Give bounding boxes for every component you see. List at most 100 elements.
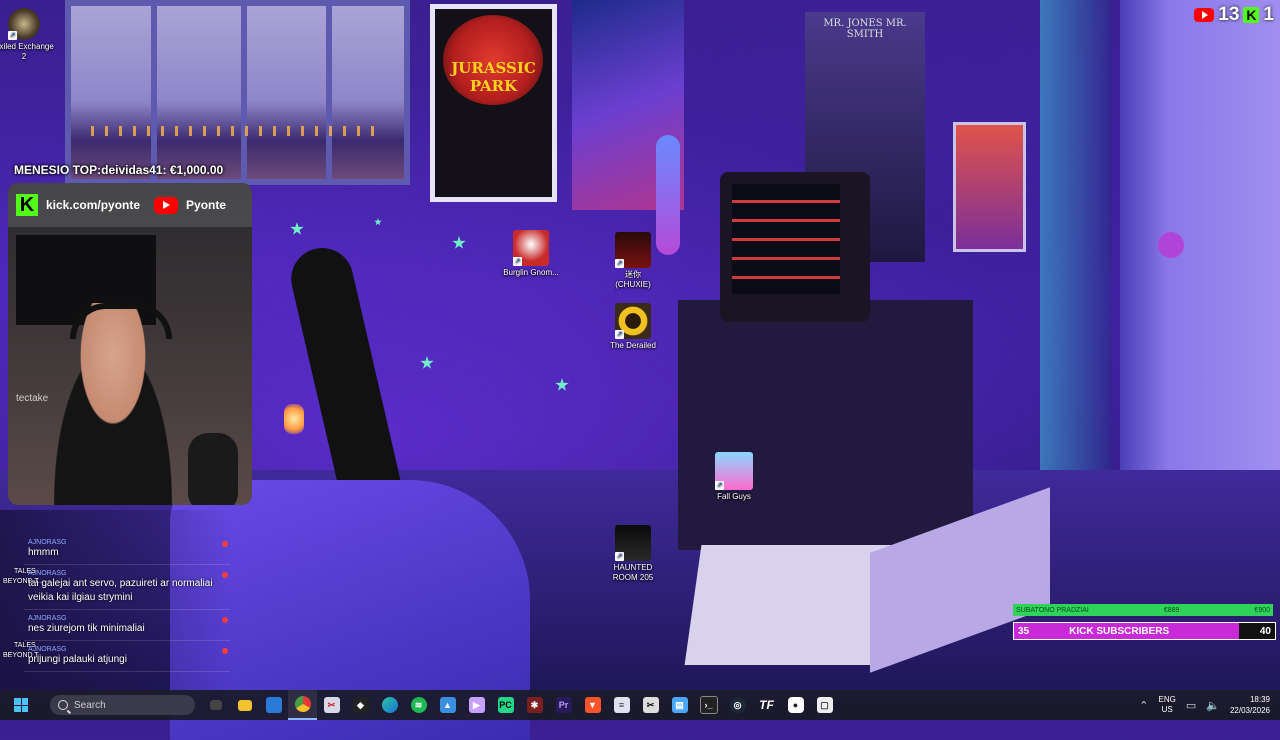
desktop-icon-label: Fall Guys xyxy=(717,492,751,501)
terminal-icon[interactable]: ›_ xyxy=(694,690,723,720)
file-explorer-icon[interactable] xyxy=(230,690,259,720)
snipping-tool-icon[interactable]: ✂ xyxy=(317,690,346,720)
chat-username: AJNORASG xyxy=(28,646,67,653)
chair-logo: tectake xyxy=(16,393,49,404)
taskbar: Search ✂ ◆ ≋ ▲ ▶ PC ✱ Pr ▼ ≡ ✂ ▤ ›_ ◎ TF… xyxy=(0,690,1280,720)
notes-icon[interactable]: ▤ xyxy=(665,690,694,720)
chat-message: AJNORASG prijungi palauki atjungi xyxy=(24,644,230,672)
poster-title: MR. JONES MR. SMITH xyxy=(823,18,907,40)
desktop-icon-label: ROOM 205 xyxy=(612,573,654,582)
volume-icon[interactable]: 🔈 xyxy=(1206,699,1220,712)
crt-tv xyxy=(720,172,870,322)
desktop-icon-label: (CHUXIE) xyxy=(615,280,651,289)
power-rangers-poster xyxy=(953,122,1026,252)
desktop-icon-haunted-room[interactable]: ↗ HAUNTED ROOM 205 xyxy=(601,525,665,583)
cursor-icon[interactable]: ◆ xyxy=(346,690,375,720)
youtube-name: Pyonte xyxy=(186,198,227,212)
chat-badge-icon xyxy=(222,617,228,623)
clock-time: 18:39 xyxy=(1249,695,1270,704)
kick-subscribers-label: KICK SUBSCRIBERS xyxy=(1069,625,1170,637)
exiled-exchange-icon: ↗ xyxy=(8,8,40,40)
chat-text: nes ziurejom tik minimaliai xyxy=(28,623,145,634)
task-view-icon[interactable] xyxy=(201,690,230,720)
kick-subscribers-fill: 35 KICK SUBSCRIBERS xyxy=(1014,623,1239,639)
youtube-count: 13 xyxy=(1218,4,1240,25)
follower-counters: 13 K 1 xyxy=(1188,4,1280,26)
brave-icon[interactable]: ▼ xyxy=(578,690,607,720)
windows-start-icon[interactable] xyxy=(14,698,28,712)
store-icon[interactable] xyxy=(259,690,288,720)
desktop-icon-label: 迷你 xyxy=(625,270,641,279)
desktop-icon-chuxie[interactable]: ↗ 迷你 (CHUXIE) xyxy=(601,232,665,290)
edge-icon[interactable] xyxy=(375,690,404,720)
desktop-icon-label: HAUNTED xyxy=(613,563,653,572)
files-icon[interactable]: ▢ xyxy=(810,690,839,720)
poster-title: JURASSIC PARK xyxy=(451,59,536,95)
network-icon[interactable]: ▭ xyxy=(1186,699,1196,712)
chuxie-icon: ↗ xyxy=(615,232,651,268)
kick-count: 1 xyxy=(1263,4,1274,25)
system-tray: ⌃ ENG US ▭ 🔈 18:39 22/03/2026 xyxy=(1139,694,1280,716)
donation-goal-target: €900 xyxy=(1254,606,1270,614)
jurassic-park-poster: JURASSIC PARK xyxy=(430,4,557,202)
desktop-icon-fall-guys[interactable]: ↗ Fall Guys xyxy=(702,452,766,502)
taskbar-apps: ✂ ◆ ≋ ▲ ▶ PC ✱ Pr ▼ ≡ ✂ ▤ ›_ ◎ TF ● ▢ xyxy=(201,690,839,720)
tray-overflow-icon[interactable]: ⌃ xyxy=(1139,699,1148,712)
donation-goal-bar: SUBATONO PRADZIAI €889 €900 xyxy=(1013,604,1273,616)
glow-star xyxy=(290,222,304,235)
chat-text: hmmm xyxy=(28,547,59,558)
pycharm-icon[interactable]: PC xyxy=(491,690,520,720)
pizza-box xyxy=(684,545,892,665)
glow-star xyxy=(452,236,466,249)
chat-badge-icon xyxy=(222,572,228,578)
language-indicator[interactable]: ENG US xyxy=(1159,695,1176,715)
desktop-icon-the-derailed[interactable]: ↗ The Derailed xyxy=(601,303,665,351)
webcam-panel: tectake K kick.com/pyonte Pyonte xyxy=(8,183,252,505)
glow-star xyxy=(555,378,569,391)
door-frame xyxy=(1040,0,1112,520)
top-donor-banner: MENESIO TOP:deividas41: €1,000.00 xyxy=(14,163,224,177)
spotify-icon[interactable]: ≋ xyxy=(404,690,433,720)
donation-goal-label: SUBATONO PRADZIAI xyxy=(1016,606,1089,614)
media-player-icon[interactable]: ▶ xyxy=(462,690,491,720)
burglin-gnomes-icon: ↗ xyxy=(513,230,549,266)
steam-icon[interactable]: ◎ xyxy=(723,690,752,720)
chat-feed: AJNORASG hmmm AJNORASG tai galejai ant s… xyxy=(24,537,230,675)
kick-url: kick.com/pyonte xyxy=(46,198,141,212)
app-icon[interactable]: ✱ xyxy=(520,690,549,720)
chat-username: AJNORASG xyxy=(28,615,67,622)
photos-icon[interactable]: ▲ xyxy=(433,690,462,720)
discord-icon[interactable]: ● xyxy=(781,690,810,720)
capture-icon[interactable]: ✂ xyxy=(636,690,665,720)
glow-star xyxy=(374,218,382,226)
chat-message: AJNORASG nes ziurejom tik minimaliai xyxy=(24,613,230,641)
desktop-icon-label: Exiled Exchange 2 xyxy=(0,42,54,61)
fall-guys-icon: ↗ xyxy=(715,452,753,490)
room-window xyxy=(65,0,410,185)
language-line: ENG xyxy=(1158,695,1176,704)
taskbar-search[interactable]: Search xyxy=(50,695,195,715)
chat-text: tai galejai ant servo, pazuireti ar norm… xyxy=(28,578,213,603)
chat-badge-icon xyxy=(222,648,228,654)
language-line: US xyxy=(1161,705,1173,714)
donation-goal-current: €889 xyxy=(1163,606,1180,614)
chat-text: prijungi palauki atjungi xyxy=(28,654,127,665)
door-knob xyxy=(1158,232,1184,258)
clock-date: 22/03/2026 xyxy=(1229,706,1270,715)
social-banner: K kick.com/pyonte Pyonte xyxy=(8,183,252,227)
notepad-icon[interactable]: ≡ xyxy=(607,690,636,720)
premiere-icon[interactable]: Pr xyxy=(549,690,578,720)
chrome-icon[interactable] xyxy=(288,690,317,720)
kick-subscribers-bar: 35 KICK SUBSCRIBERS 40 xyxy=(1013,622,1276,640)
desktop-icon-exiled-exchange[interactable]: ↗ Exiled Exchange 2 xyxy=(0,8,56,62)
chat-username: AJNORASG xyxy=(28,570,67,577)
chat-username: AJNORASG xyxy=(28,539,67,546)
desktop-icon-label: The Derailed xyxy=(610,341,656,350)
tf-icon[interactable]: TF xyxy=(752,690,781,720)
search-icon xyxy=(58,700,68,710)
desktop-icon-burglin-gnomes[interactable]: ↗ Burglin Gnom... xyxy=(499,230,563,278)
tv-screen xyxy=(732,184,840,294)
taskbar-clock[interactable]: 18:39 22/03/2026 xyxy=(1230,694,1270,716)
night-light xyxy=(284,404,304,434)
tv-stand xyxy=(678,300,973,550)
